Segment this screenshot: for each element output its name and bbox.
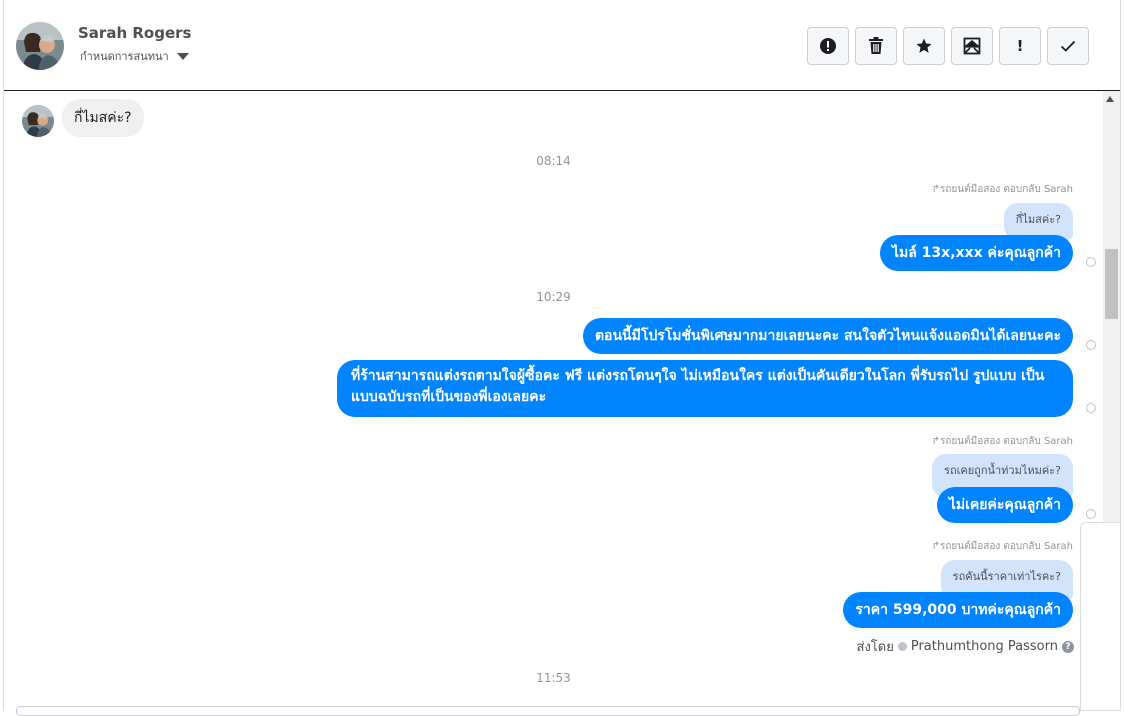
contact-avatar[interactable]	[16, 22, 64, 70]
reply-note-text: รถยนต์มือสอง ตอบกลับ Sarah	[940, 184, 1073, 195]
reply-note: ↱รถยนต์มือสอง ตอบกลับ Sarah	[932, 434, 1073, 449]
message-thread[interactable]: กี่ไมสค่ะ? 08:14 ↱รถยนต์มือสอง ตอบกลับ S…	[4, 92, 1103, 711]
reply-arrow-icon: ↱	[931, 436, 940, 447]
outgoing-message[interactable]: ตอนนี้มีโปรโมชั่นพิเศษมากมายเลยนะคะ สนใจ…	[582, 318, 1073, 354]
timestamp: 11:53	[536, 671, 571, 685]
check-icon	[1060, 40, 1076, 52]
reply-arrow-icon: ↱	[931, 184, 940, 195]
star-icon	[916, 38, 932, 53]
agent-status-icon	[897, 642, 907, 651]
scroll-up-arrow-icon[interactable]	[1106, 96, 1114, 102]
archive-button[interactable]	[951, 27, 993, 65]
seen-check-icon	[1086, 509, 1096, 519]
outgoing-message[interactable]: ราคา 599,000 บาทค่ะคุณลูกค้า	[843, 592, 1073, 628]
conversation-schedule-dropdown[interactable]: กำหนดการสนทนา	[80, 47, 189, 65]
sent-by-name[interactable]: Prathumthong Passorn	[911, 639, 1058, 654]
timestamp: 10:29	[536, 290, 571, 304]
timestamp: 08:14	[536, 154, 571, 168]
outgoing-message[interactable]: ที่ร้านสามารถแต่งรถตามใจผู้ซื้อคะ ฟรี แต…	[337, 360, 1073, 417]
right-divider	[1120, 0, 1121, 711]
reply-arrow-icon: ↱	[931, 541, 940, 552]
sent-by-label: ส่งโดย	[856, 640, 894, 655]
conversation-schedule-label: กำหนดการสนทนา	[80, 50, 169, 63]
report-button[interactable]	[807, 27, 849, 65]
seen-check-icon	[1086, 340, 1096, 350]
seen-check-icon	[1086, 257, 1096, 267]
help-icon[interactable]: ?	[1062, 640, 1074, 653]
delete-button[interactable]	[855, 27, 897, 65]
reply-note: ↱รถยนต์มือสอง ตอบกลับ Sarah	[932, 182, 1073, 197]
sent-by-line: ส่งโดย Prathumthong Passorn ?	[857, 636, 1074, 657]
alert-circle-icon	[820, 38, 836, 54]
reply-note-text: รถยนต์มือสอง ตอบกลับ Sarah	[940, 541, 1073, 552]
message-composer[interactable]	[16, 706, 1080, 716]
seen-check-icon	[1086, 403, 1096, 413]
star-button[interactable]	[903, 27, 945, 65]
conversation-window: Sarah Rogers กำหนดการสนทนา ! กี่ไมสค่ะ? …	[0, 0, 1124, 716]
archive-mail-icon	[963, 37, 981, 55]
incoming-message[interactable]: กี่ไมสค่ะ?	[62, 99, 144, 137]
reply-note: ↱รถยนต์มือสอง ตอบกลับ Sarah	[932, 539, 1073, 554]
side-panel-edge	[1080, 522, 1120, 711]
conversation-header: Sarah Rogers กำหนดการสนทนา !	[4, 0, 1120, 91]
mark-important-button[interactable]: !	[999, 27, 1041, 65]
scrollbar-thumb[interactable]	[1105, 249, 1118, 319]
sender-avatar	[22, 105, 54, 137]
caret-down-icon	[176, 52, 189, 60]
contact-name[interactable]: Sarah Rogers	[78, 24, 191, 42]
header-actions: !	[807, 27, 1089, 65]
reply-note-text: รถยนต์มือสอง ตอบกลับ Sarah	[940, 436, 1073, 447]
outgoing-message[interactable]: ไม่เคยค่ะคุณลูกค้า	[936, 487, 1073, 523]
trash-icon	[869, 37, 883, 54]
mark-done-button[interactable]	[1047, 27, 1089, 65]
outgoing-message[interactable]: ไมล์ 13x,xxx ค่ะคุณลูกค้า	[879, 235, 1073, 271]
exclamation-icon: !	[1016, 36, 1024, 55]
